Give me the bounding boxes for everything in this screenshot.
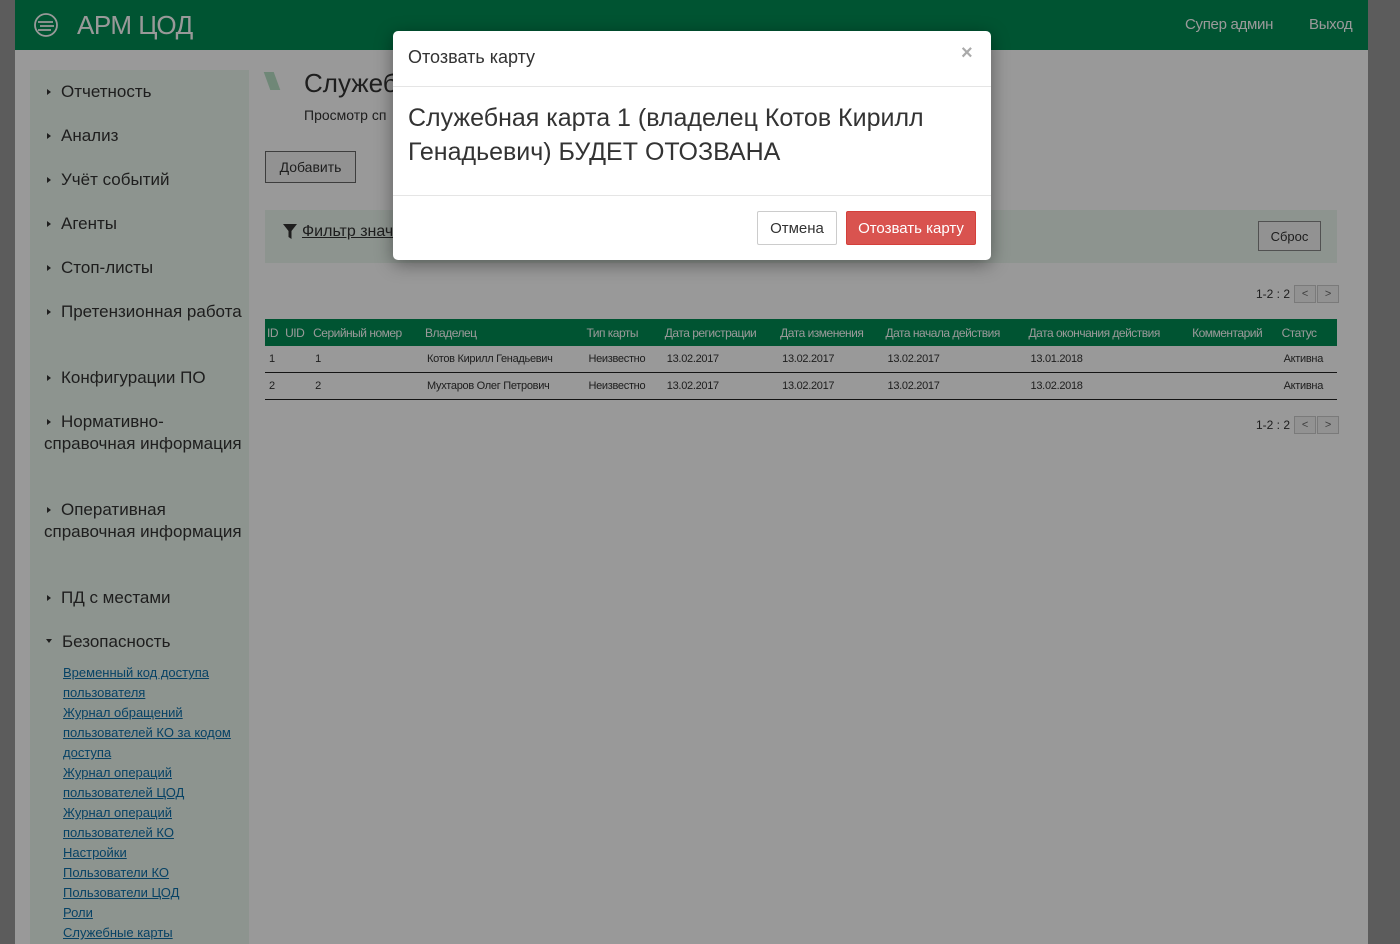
close-icon[interactable]: × (961, 42, 973, 65)
revoke-card-dialog: Отозвать карту × Служебная карта 1 (влад… (393, 31, 991, 260)
dialog-footer: Отмена Отозвать карту (393, 195, 991, 260)
cancel-button[interactable]: Отмена (757, 211, 837, 245)
dialog-title: Отозвать карту (408, 47, 536, 67)
dialog-message: Служебная карта 1 (владелец Котов Кирилл… (408, 104, 924, 166)
revoke-card-button[interactable]: Отозвать карту (846, 211, 976, 245)
dialog-header: Отозвать карту × (393, 31, 991, 87)
